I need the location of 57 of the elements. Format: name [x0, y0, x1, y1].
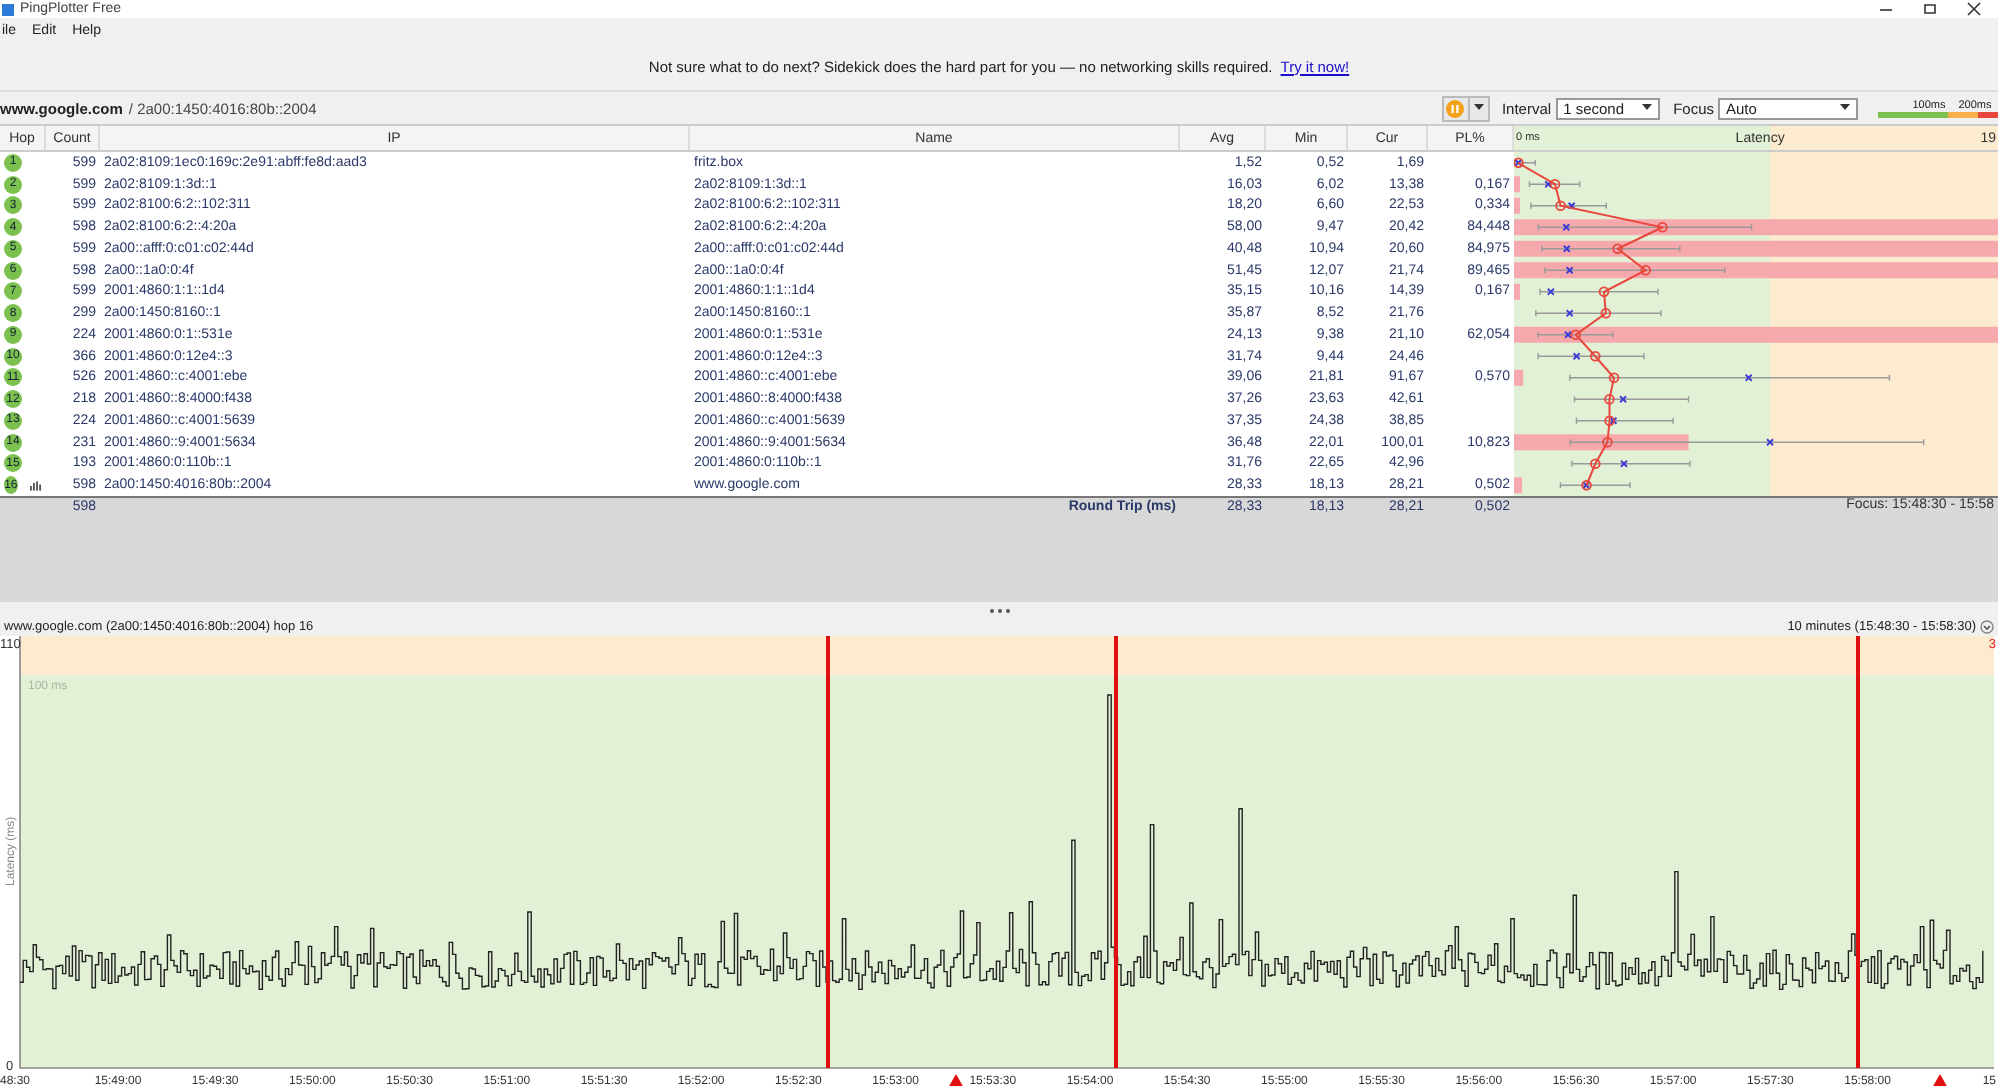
latency-scale-bar [1878, 111, 1998, 117]
average-marker [1657, 221, 1668, 233]
range-whisker [1539, 288, 1659, 296]
app-icon [2, 3, 14, 15]
current-marker [1766, 438, 1774, 447]
current-marker [1619, 395, 1627, 404]
dropdown-button[interactable] [1469, 95, 1490, 121]
range-whisker [1571, 460, 1691, 468]
range-whisker [1559, 481, 1631, 489]
chevron-icon[interactable] [1980, 620, 1994, 634]
range-whisker [1537, 331, 1614, 339]
average-marker [1612, 243, 1623, 255]
average-marker [1590, 458, 1601, 470]
average-marker [1589, 350, 1601, 362]
range-whisker [1575, 417, 1674, 425]
range-whisker [1535, 309, 1662, 317]
range-whisker [1530, 202, 1607, 210]
current-marker [1620, 459, 1628, 468]
average-marker [1600, 307, 1612, 319]
splitter-handle[interactable] [987, 607, 1011, 613]
average-marker [1640, 264, 1651, 276]
packet-loss-bar [1514, 283, 1520, 300]
current-marker [1562, 244, 1571, 253]
range-whisker [1541, 245, 1681, 253]
current-marker [1546, 287, 1555, 296]
current-marker [1565, 309, 1574, 318]
current-marker [1562, 223, 1571, 232]
current-marker [1565, 266, 1574, 275]
range-whisker [1537, 352, 1645, 360]
average-marker [1570, 329, 1582, 341]
packet-loss-bar [1514, 176, 1520, 193]
range-whisker [1528, 180, 1581, 188]
average-marker [1598, 286, 1610, 298]
current-marker [1564, 330, 1572, 339]
current-marker [1572, 352, 1581, 361]
caret-icon [1641, 104, 1652, 112]
average-marker [1604, 393, 1615, 405]
average-marker [1604, 415, 1615, 427]
packet-loss-bar [1514, 197, 1520, 214]
packet-loss-bar [1514, 477, 1523, 494]
current-marker [1744, 373, 1753, 382]
caret-icon [1840, 104, 1850, 112]
range-whisker [1514, 159, 1537, 167]
triangle-icon [1932, 1074, 1948, 1086]
average-marker [1555, 200, 1566, 212]
current-marker [1544, 180, 1553, 189]
average-marker [1608, 372, 1620, 384]
current-marker [1567, 201, 1576, 210]
close-icon[interactable] [1966, 2, 1982, 16]
triangle-icon [948, 1074, 964, 1086]
average-marker [1602, 436, 1613, 448]
average-marker [1549, 178, 1561, 190]
caret-icon [1473, 104, 1484, 112]
range-whisker [1573, 395, 1690, 403]
maximize-icon[interactable] [1922, 2, 1938, 16]
current-marker [1609, 416, 1618, 425]
packet-loss-bar [1514, 369, 1524, 386]
